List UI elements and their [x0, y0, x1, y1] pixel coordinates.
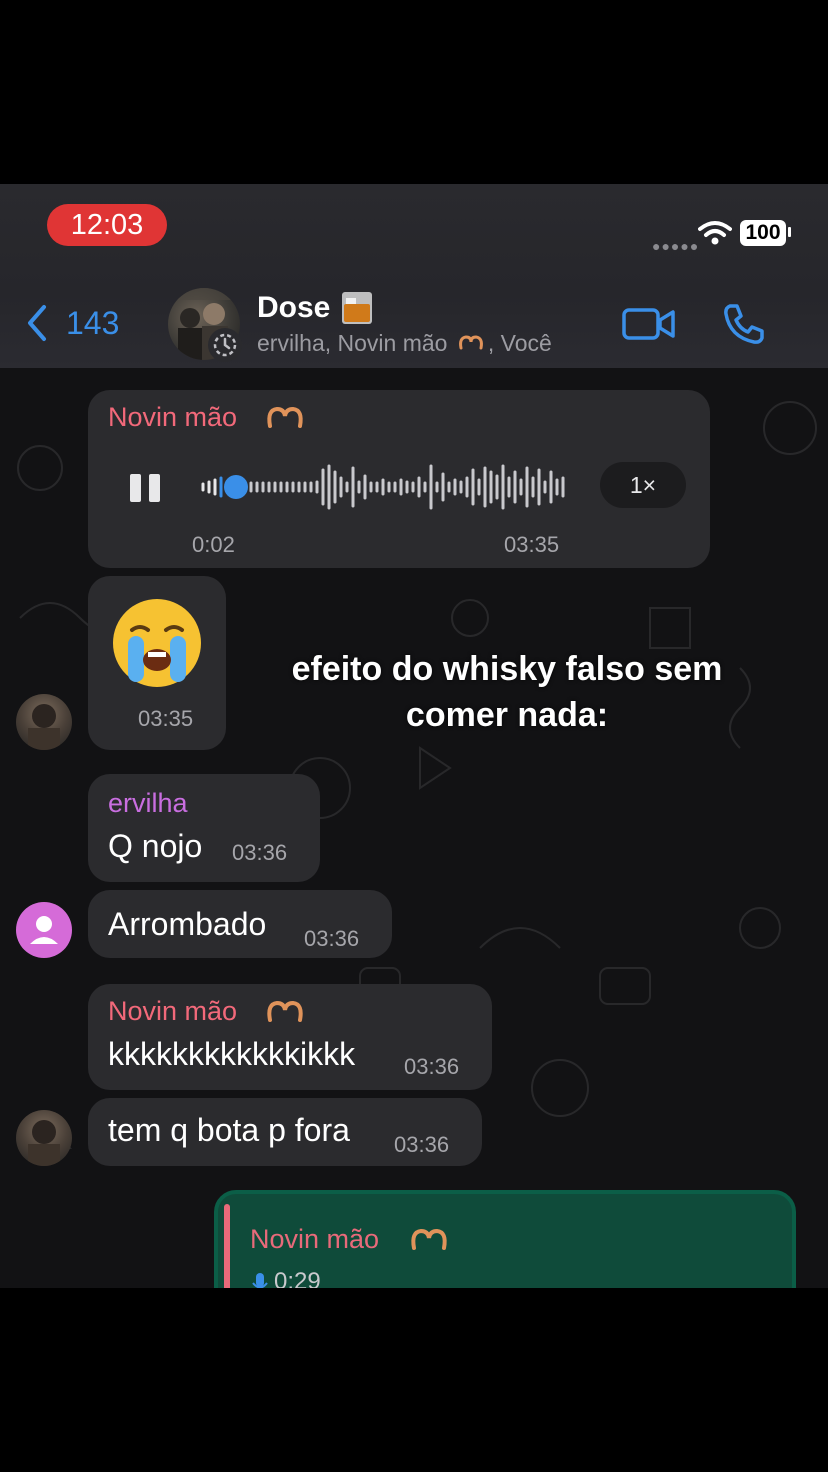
playback-speed-button[interactable]: 1× — [600, 462, 686, 508]
emoji-message-bubble[interactable]: 03:35 — [88, 576, 226, 750]
sender-avatar[interactable] — [16, 1110, 72, 1166]
pause-button[interactable] — [130, 474, 160, 502]
sender-name: Novin mão — [108, 402, 238, 432]
phone-call-icon[interactable] — [722, 302, 766, 346]
message-timestamp: 03:35 — [504, 532, 560, 557]
voice-waveform[interactable] — [200, 462, 570, 512]
message-timestamp: 03:36 — [304, 926, 360, 951]
wifi-icon — [698, 221, 732, 245]
heart-hands-icon — [411, 1228, 447, 1250]
sender-name: ervilha — [108, 788, 188, 818]
microphone-icon — [252, 1273, 268, 1288]
chat-header: 12:03 ●●●●● 100 143 Dose ervilha, Novin … — [0, 184, 828, 368]
message-text: kkkkkkkkkkkkikkk — [108, 1036, 356, 1072]
disappearing-timer-icon — [208, 328, 242, 362]
heart-hands-icon — [267, 1000, 303, 1022]
reply-accent-bar — [224, 1204, 230, 1288]
reply-sender-name: Novin mão — [250, 1224, 380, 1254]
message-text: tem q bota p fora — [108, 1112, 350, 1148]
unread-count: 143 — [66, 304, 120, 341]
members-text-you: , Você — [487, 330, 552, 356]
video-call-icon[interactable] — [622, 304, 676, 344]
voice-elapsed-time: 0:02 — [192, 532, 235, 557]
battery-indicator: 100 — [740, 220, 786, 246]
text-message-bubble[interactable]: tem q bota p fora 03:36 — [88, 1098, 482, 1166]
avatar-photo — [28, 1120, 60, 1166]
avatar-photo — [28, 704, 60, 750]
message-text: Arrombado — [108, 906, 267, 942]
message-timestamp: 03:36 — [394, 1132, 450, 1157]
voice-message-bubble[interactable]: Novin mão 1× 0:02 03:35 — [88, 390, 710, 568]
chat-title[interactable]: Dose — [257, 290, 374, 326]
video-caption: efeito do whisky falso sem comer nada: — [291, 650, 723, 734]
default-user-icon — [30, 916, 58, 944]
status-time: 12:03 — [47, 204, 167, 246]
outgoing-reply-bubble[interactable]: Novin mão 0:29 — [214, 1190, 796, 1288]
members-text: ervilha, Novin mão — [257, 330, 448, 356]
reply-voice-duration: 0:29 — [274, 1268, 321, 1288]
message-timestamp: 03:36 — [232, 840, 288, 865]
signal-icon: ●●●●● — [652, 238, 700, 254]
battery-tip — [788, 227, 791, 237]
chat-title-text: Dose — [257, 291, 331, 324]
chevron-left-icon — [28, 305, 46, 341]
loudly-crying-face-icon — [113, 599, 201, 687]
heart-hands-icon — [458, 335, 483, 350]
text-message-bubble[interactable]: Novin mão kkkkkkkkkkkkikkk 03:36 — [88, 984, 492, 1090]
sender-avatar[interactable] — [16, 902, 72, 958]
message-timestamp: 03:35 — [138, 706, 194, 731]
text-message-bubble[interactable]: ervilha Q nojo 03:36 — [88, 774, 320, 882]
whisky-glass-icon — [342, 292, 373, 324]
message-timestamp: 03:36 — [404, 1054, 460, 1079]
playback-scrubber — [224, 475, 248, 499]
message-text: Q nojo — [108, 828, 203, 864]
back-button[interactable]: 143 — [26, 304, 119, 342]
chat-screen: 12:03 ●●●●● 100 143 Dose ervilha, Novin … — [0, 184, 828, 1288]
chat-members: ervilha, Novin mão , Você — [257, 330, 552, 357]
heart-hands-icon — [267, 406, 303, 428]
sender-name: Novin mão — [108, 996, 238, 1026]
text-message-bubble[interactable]: Arrombado 03:36 — [88, 890, 392, 958]
sender-avatar[interactable] — [16, 694, 72, 750]
